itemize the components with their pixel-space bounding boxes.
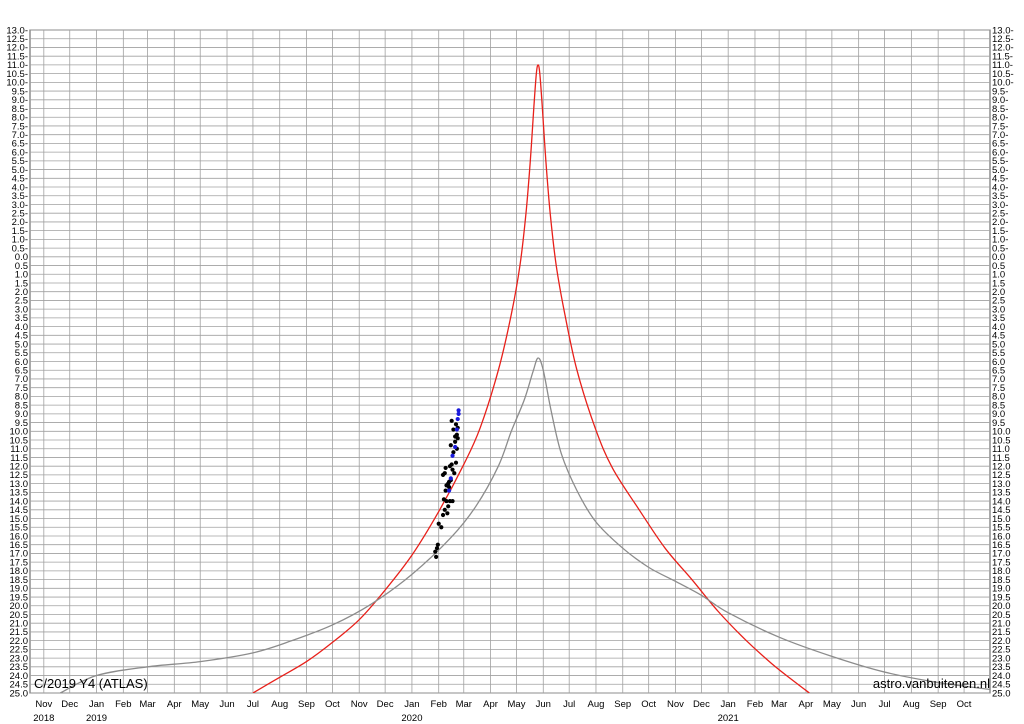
observation-point [453,460,459,465]
year-label: 2018 [33,713,54,724]
x-tick-label: Jun [219,699,234,710]
observation-point-blue [446,488,452,493]
x-tick-label: Jul [879,699,891,710]
x-tick-label: Oct [641,699,656,710]
x-tick-label: May [823,699,841,710]
x-tick-label: Jan [89,699,104,710]
x-tick-label: Apr [167,699,182,710]
x-tick-label: Jun [851,699,866,710]
x-tick-label: Feb [747,699,763,710]
observation-point [435,542,440,547]
observation-point [450,498,455,504]
x-tick-label: Jul [563,699,575,710]
x-tick-label: Oct [325,699,340,710]
x-tick-label: Jan [404,699,419,710]
year-label: 2020 [401,713,422,724]
grid [29,29,991,694]
observation-point [454,432,459,437]
observation-point-blue [448,476,453,481]
x-tick-label: Aug [588,699,605,710]
year-label: 2019 [86,713,107,724]
observation-point [436,521,441,526]
observation-point [448,443,453,448]
x-tick-label: Aug [271,699,288,710]
chart-title: C/2019 Y4 (ATLAS) [34,676,148,691]
observation-point [440,512,446,518]
x-tick-label: May [191,699,209,710]
x-tick-label: Oct [957,699,972,710]
x-tick-label: Jun [536,699,551,710]
comet-lightcurve-chart: 13.0- 13.0-12.5- 12.5-12.0- 12.0-11.5- 11.5-… [6,25,1013,724]
x-tick-label: Mar [771,699,787,710]
x-tick-label: Aug [903,699,920,710]
observation-point-blue [454,427,459,432]
year-label: 2021 [718,713,739,724]
observation-point [453,439,458,444]
observation-point [452,471,457,476]
observation-point-blue [450,453,455,458]
x-tick-label: Nov [35,699,52,710]
observation-point [451,450,456,455]
x-tick-label: Jan [721,699,736,710]
x-tick-label: Sep [930,699,947,710]
observation-point [434,546,440,551]
observation-point [449,418,454,423]
x-tick-label: Dec [377,699,394,710]
x-tick-label: Feb [431,699,447,710]
observation-point [445,511,450,516]
observation-point [443,465,448,471]
x-tick-label: Mar [456,699,472,710]
x-tick-label: Sep [614,699,631,710]
credit-label: astro.vanbuitenen.nl [873,676,990,691]
x-tick-label: Dec [693,699,710,710]
x-tick-label: Nov [351,699,368,710]
observation-point [442,507,447,512]
observation-point [446,504,451,509]
y-tick-label-left: 25.0 [10,688,29,699]
observation-point-blue [453,444,458,450]
chart-container: 13.0- 13.0- 12.5- 12.5- 12.0- 12.0- 11.5- 11.5-… [0,0,1024,724]
observation-point [434,554,439,560]
y-tick-label-right: 25.0 [992,688,1011,699]
x-tick-label: Sep [298,699,315,710]
x-tick-label: Feb [115,699,131,710]
x-tick-label: Dec [61,699,78,710]
x-tick-label: Apr [799,699,814,710]
observation-point [449,462,454,467]
observation-point [440,472,446,478]
x-tick-label: Jul [247,699,259,710]
x-tick-label: Mar [139,699,155,710]
x-tick-label: Nov [667,699,684,710]
observation-point-blue [456,408,461,413]
observation-point [455,436,460,441]
x-tick-label: Apr [483,699,498,710]
observation-point [439,525,444,530]
observation-point-blue [455,416,460,422]
x-tick-label: May [508,699,526,710]
